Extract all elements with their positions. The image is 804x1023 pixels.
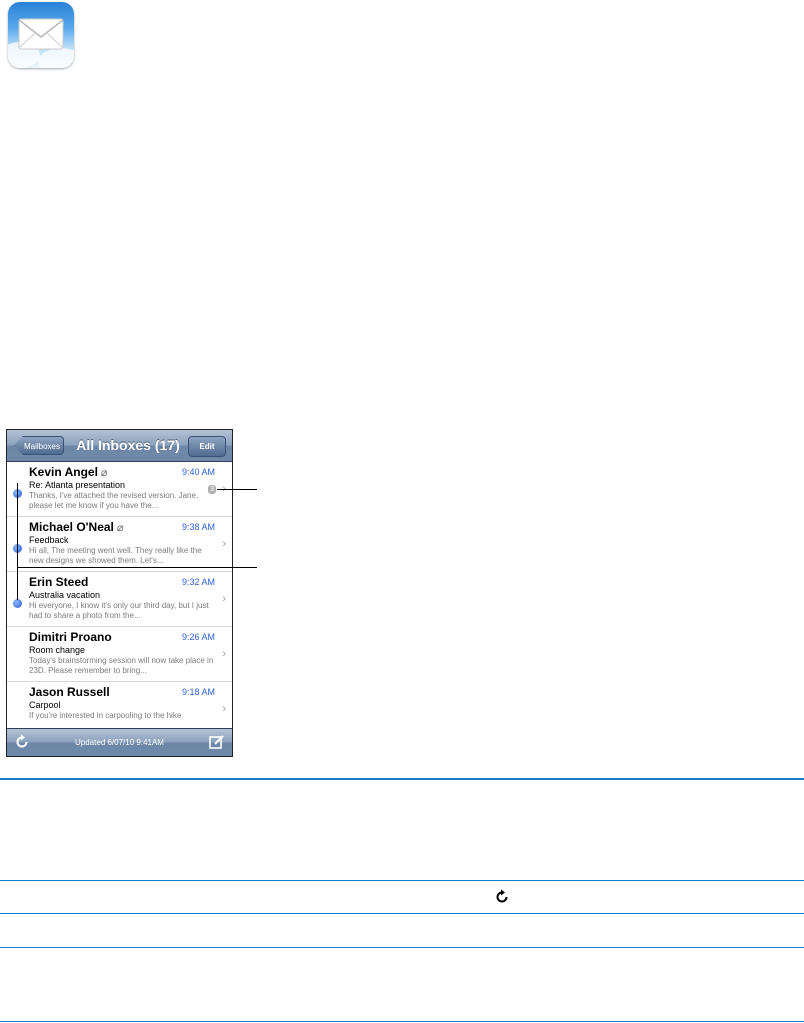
compose-icon[interactable] (208, 733, 226, 751)
message-preview: Hi everyone, I know it's only our third … (29, 601, 209, 620)
message-preview: Today's brainstorming session will now t… (29, 656, 214, 675)
message-row[interactable]: Dimitri Proano 9:26 AM Room change Today… (7, 627, 232, 682)
chevron-right-icon: › (222, 648, 226, 660)
envelope-icon (18, 18, 64, 50)
unread-indicator (13, 599, 22, 608)
chevron-right-icon: › (222, 593, 226, 605)
message-list: Kevin Angel ⌀ 9:40 AM Re: Atlanta present… (7, 462, 232, 736)
attachment-icon: ⌀ (116, 522, 124, 534)
message-subject: Australia vacation (29, 590, 101, 600)
table-divider (0, 947, 804, 948)
message-sender: Erin Steed (29, 575, 89, 589)
message-row[interactable]: Michael O'Neal ⌀ 9:38 AM Feedback Hi all,… (7, 517, 232, 572)
table-divider (0, 1021, 804, 1022)
message-time: 9:26 AM (181, 632, 215, 642)
attachment-icon: ⌀ (100, 467, 108, 479)
message-time: 9:40 AM (181, 467, 215, 477)
message-subject: Carpool (29, 700, 61, 710)
message-row[interactable]: Erin Steed 9:32 AM Australia vacation Hi… (7, 572, 232, 627)
message-sender: Dimitri Proano (29, 630, 112, 644)
message-time: 9:18 AM (181, 687, 215, 697)
navigation-bar: Mailboxes All Inboxes (17) Edit (7, 430, 232, 462)
thread-count-badge: 3 (208, 485, 216, 494)
message-sender: Kevin Angel ⌀ (29, 465, 108, 479)
chevron-right-icon: › (222, 703, 226, 715)
message-subject: Re: Atlanta presentation (29, 480, 126, 490)
callout-line (217, 489, 257, 490)
message-subject: Room change (29, 645, 86, 655)
refresh-icon (496, 889, 508, 903)
edit-button[interactable]: Edit (188, 436, 226, 457)
mail-screenshot: Mailboxes All Inboxes (17) Edit Kevin An… (6, 429, 233, 757)
mail-app-icon (8, 2, 74, 68)
mailboxes-back-button[interactable]: Mailboxes (14, 436, 64, 455)
message-preview: If you're interested in carpooling to th… (29, 711, 182, 720)
bottom-toolbar: Updated 6/07/10 9:41AM (7, 728, 232, 756)
message-preview: Thanks, I've attached the revised versio… (29, 491, 199, 510)
inbox-title: All Inboxes (17) (76, 437, 180, 453)
message-sender: Jason Russell (29, 685, 110, 699)
cloud-decoration (38, 48, 74, 68)
callout-bracket (17, 483, 18, 600)
message-preview: Hi all, The meeting went well. They real… (29, 546, 202, 565)
table-divider (0, 913, 804, 914)
section-divider (0, 778, 804, 780)
callout-line (17, 567, 257, 568)
message-time: 9:32 AM (181, 577, 215, 587)
message-row[interactable]: Kevin Angel ⌀ 9:40 AM Re: Atlanta present… (7, 462, 232, 517)
chevron-right-icon: › (222, 538, 226, 550)
table-divider (0, 880, 804, 881)
updated-status: Updated 6/07/10 9:41AM (75, 738, 164, 747)
message-sender: Michael O'Neal ⌀ (29, 520, 124, 534)
refresh-icon[interactable] (13, 733, 31, 751)
message-time: 9:38 AM (181, 522, 215, 532)
message-subject: Feedback (29, 535, 69, 545)
